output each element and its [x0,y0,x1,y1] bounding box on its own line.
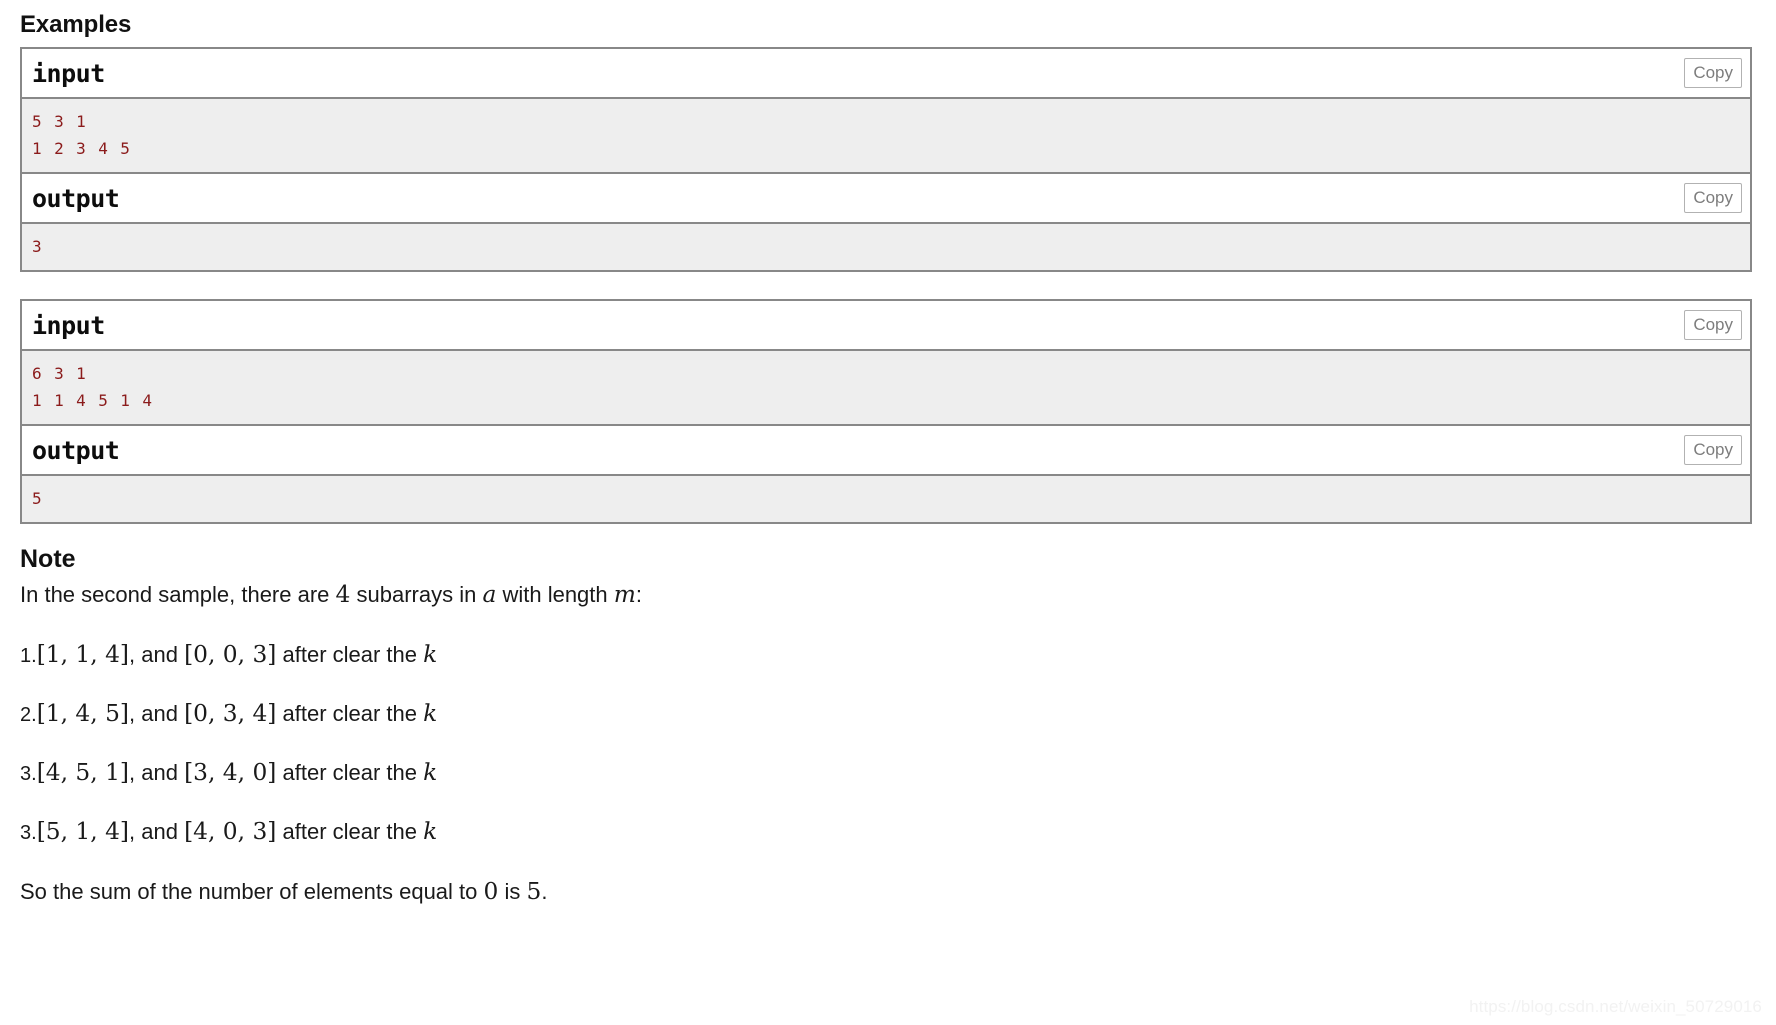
math-subarray: [1, 1, 4] [36,641,130,669]
math-variable-k: k [423,818,438,846]
note-list-item: 2.[1, 4, 5], and [0, 3, 4] after clear t… [20,671,1756,730]
math-result-array: [0, 3, 4] [184,700,277,728]
csdn-watermark: https://blog.csdn.net/weixin_50729016 [1469,997,1762,1016]
list-item-mid: , and [129,760,185,786]
problem-statement-page: Examples input Copy 5 3 1 1 2 3 4 5 outp… [0,0,1776,907]
input-text: 6 3 1 1 1 4 5 1 4 [32,364,154,411]
note-body: In the second sample, there are 4 subarr… [20,580,1756,907]
note-conclusion: So the sum of the number of elements equ… [20,848,1756,907]
conclusion-part1: So the sum of the number of elements equ… [20,879,484,905]
sample-test-block: input Copy 6 3 1 1 1 4 5 1 4 output Copy… [20,299,1752,525]
copy-output-button[interactable]: Copy [1684,435,1742,466]
sample-tests: input Copy 5 3 1 1 2 3 4 5 output Copy 3… [20,47,1752,525]
math-variable-m: m [613,581,636,609]
examples-heading: Examples [20,11,132,38]
list-item-mid: , and [129,819,185,845]
list-item-mid: , and [129,642,185,668]
input-header: input Copy [22,49,1750,100]
math-variable-k: k [423,759,438,787]
list-item-mid: , and [129,701,185,727]
list-item-number: 1. [20,645,37,668]
output-label: output [32,436,120,466]
note-intro-part2: subarrays in [350,582,483,608]
math-result-array: [0, 0, 3] [184,641,277,669]
math-result-array: [4, 0, 3] [184,818,277,846]
math-zero: 0 [483,878,499,906]
math-subarray: [4, 5, 1] [36,759,130,787]
note-intro-part3: with length [496,582,614,608]
list-item-tail: after clear the [276,642,424,668]
list-item-number: 3. [20,822,37,845]
note-list-item: 3.[4, 5, 1], and [3, 4, 0] after clear t… [20,730,1756,789]
input-header: input Copy [22,301,1750,352]
math-variable-a: a [482,581,497,609]
math-variable-k: k [423,641,438,669]
copy-input-button[interactable]: Copy [1684,310,1742,341]
note-list-item: 1.[1, 1, 4], and [0, 0, 3] after clear t… [20,612,1756,671]
list-item-number: 2. [20,704,37,727]
list-item-tail: after clear the [276,819,424,845]
note-intro-line: In the second sample, there are 4 subarr… [20,580,1756,612]
input-label: input [32,59,105,89]
math-subarray: [1, 4, 5] [36,700,130,728]
note-intro-part4: : [635,582,642,608]
output-header: output Copy [22,426,1750,477]
input-body: 5 3 1 1 2 3 4 5 [22,99,1750,175]
note-list-item: 3.[5, 1, 4], and [4, 0, 3] after clear t… [20,789,1756,848]
list-item-tail: after clear the [276,701,424,727]
math-five: 5 [526,878,542,906]
output-text: 5 [32,489,44,509]
copy-input-button[interactable]: Copy [1684,58,1742,89]
list-item-tail: after clear the [276,760,424,786]
copy-output-button[interactable]: Copy [1684,183,1742,214]
conclusion-part3: . [541,879,548,905]
output-body: 3 [22,224,1750,271]
input-body: 6 3 1 1 1 4 5 1 4 [22,351,1750,427]
output-header: output Copy [22,174,1750,225]
math-subarray: [5, 1, 4] [36,818,130,846]
note-intro-part1: In the second sample, there are [20,582,336,608]
output-text: 3 [32,237,44,257]
math-result-array: [3, 4, 0] [184,759,277,787]
output-body: 5 [22,476,1750,523]
note-heading: Note [20,545,76,574]
input-text: 5 3 1 1 2 3 4 5 [32,112,132,159]
conclusion-part2: is [498,879,527,905]
output-label: output [32,184,120,214]
sample-test-block: input Copy 5 3 1 1 2 3 4 5 output Copy 3 [20,47,1752,273]
math-variable-k: k [423,700,438,728]
input-label: input [32,311,105,341]
math-subarray-count: 4 [335,581,351,609]
list-item-number: 3. [20,763,37,786]
